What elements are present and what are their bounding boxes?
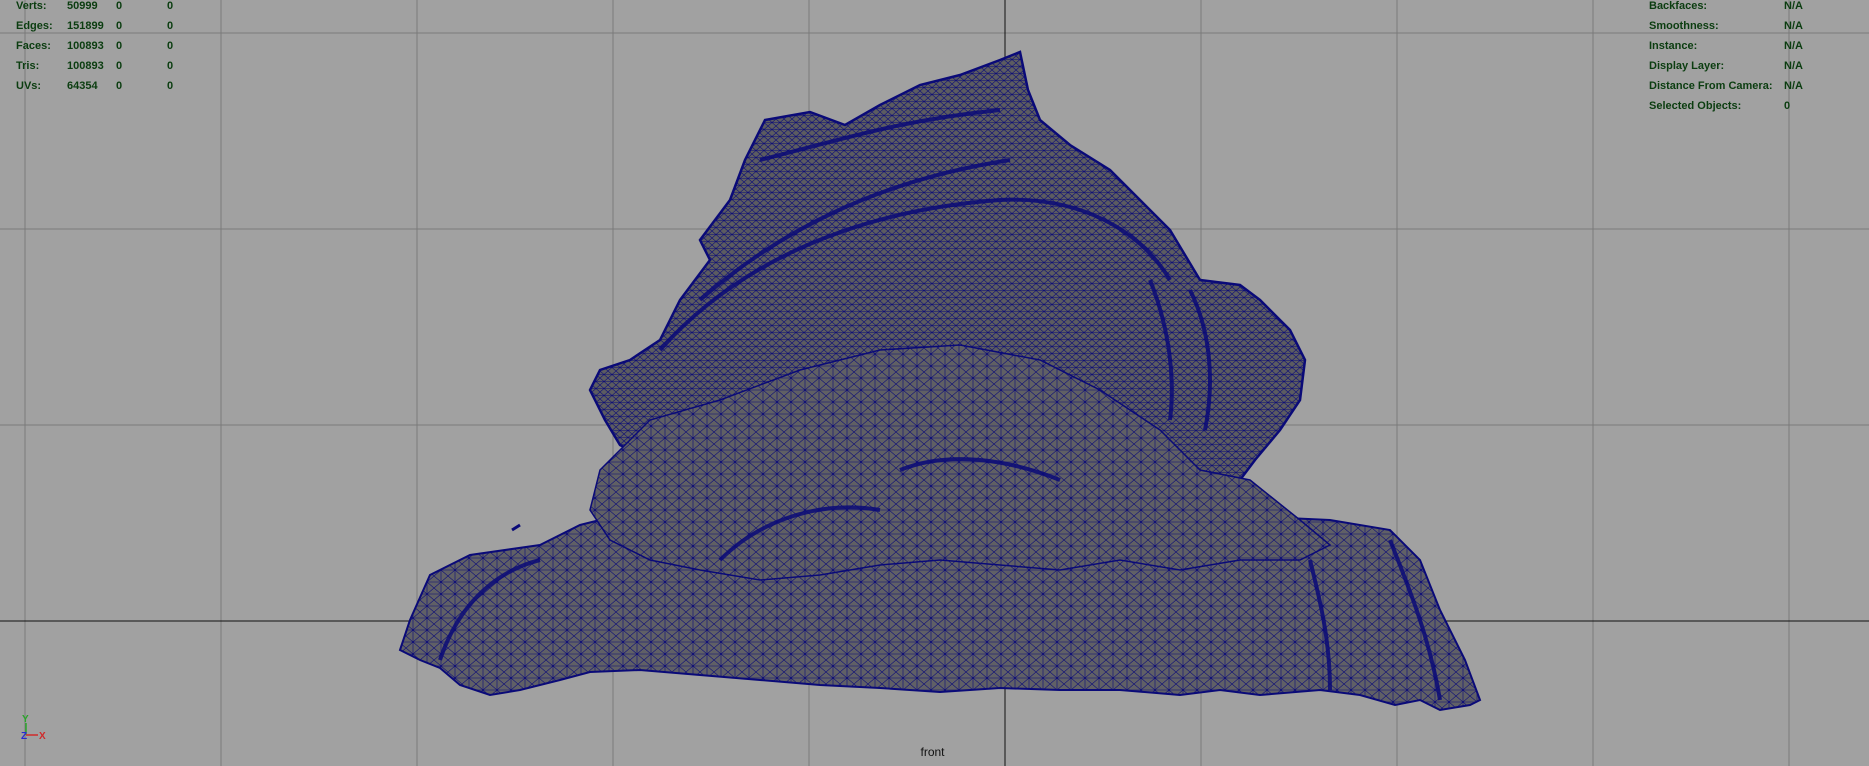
hud-label: Edges: — [16, 20, 53, 32]
hud-selected: 0 — [116, 60, 123, 72]
hud-highlighted: 0 — [167, 40, 174, 52]
hud-value: N/A — [1784, 40, 1803, 52]
hud-value: 0 — [1784, 100, 1791, 112]
poly-count-hud: Verts: 50999 0 0 Edges: 151899 0 0 Faces… — [16, 0, 216, 96]
hud-total: 100893 — [67, 40, 104, 52]
hud-selected: 0 — [116, 80, 123, 92]
hud-value: N/A — [1784, 20, 1803, 32]
hud-highlighted: 0 — [167, 60, 174, 72]
hud-label: Faces: — [16, 40, 51, 52]
object-details-hud: Backfaces: N/A Smoothness: N/A Instance:… — [1649, 0, 1869, 116]
hud-label: Smoothness: — [1649, 20, 1719, 32]
hud-label: Distance From Camera: — [1649, 80, 1773, 92]
z-axis-label: Z — [21, 731, 27, 742]
hud-row-edges: Edges: 151899 0 0 — [16, 16, 216, 36]
hud-total: 50999 — [67, 0, 98, 12]
rock-mesh-wireframe[interactable] — [0, 0, 1869, 766]
axis-gizmo: Y Z X — [21, 714, 46, 742]
hud-value: N/A — [1784, 80, 1803, 92]
hud-total: 100893 — [67, 60, 104, 72]
hud-selected: 0 — [116, 20, 123, 32]
x-axis-label: X — [39, 731, 46, 742]
hud-selected: 0 — [116, 40, 123, 52]
hud-label: Tris: — [16, 60, 40, 72]
hud-row-distance-from-camera: Distance From Camera: N/A — [1649, 76, 1869, 96]
hud-label: UVs: — [16, 80, 42, 92]
hud-row-backfaces: Backfaces: N/A — [1649, 0, 1869, 16]
hud-value: N/A — [1784, 0, 1803, 12]
hud-row-tris: Tris: 100893 0 0 — [16, 56, 216, 76]
hud-highlighted: 0 — [167, 0, 174, 12]
hud-row-faces: Faces: 100893 0 0 — [16, 36, 216, 56]
y-axis-label: Y — [22, 714, 29, 725]
hud-row-smoothness: Smoothness: N/A — [1649, 16, 1869, 36]
hud-highlighted: 0 — [167, 20, 174, 32]
front-viewport[interactable]: Verts: 50999 0 0 Edges: 151899 0 0 Faces… — [0, 0, 1869, 766]
hud-highlighted: 0 — [167, 80, 174, 92]
hud-row-verts: Verts: 50999 0 0 — [16, 0, 216, 16]
hud-label: Verts: — [16, 0, 47, 12]
hud-value: N/A — [1784, 60, 1803, 72]
hud-total: 64354 — [67, 80, 98, 92]
hud-total: 151899 — [67, 20, 104, 32]
hud-selected: 0 — [116, 0, 123, 12]
hud-label: Instance: — [1649, 40, 1698, 52]
hud-row-selected-objects: Selected Objects: 0 — [1649, 96, 1869, 116]
hud-row-display-layer: Display Layer: N/A — [1649, 56, 1869, 76]
hud-row-instance: Instance: N/A — [1649, 36, 1869, 56]
hud-label: Backfaces: — [1649, 0, 1708, 12]
hud-label: Display Layer: — [1649, 60, 1725, 72]
camera-name-label: front — [920, 745, 945, 759]
hud-label: Selected Objects: — [1649, 100, 1742, 112]
hud-row-uvs: UVs: 64354 0 0 — [16, 76, 216, 96]
